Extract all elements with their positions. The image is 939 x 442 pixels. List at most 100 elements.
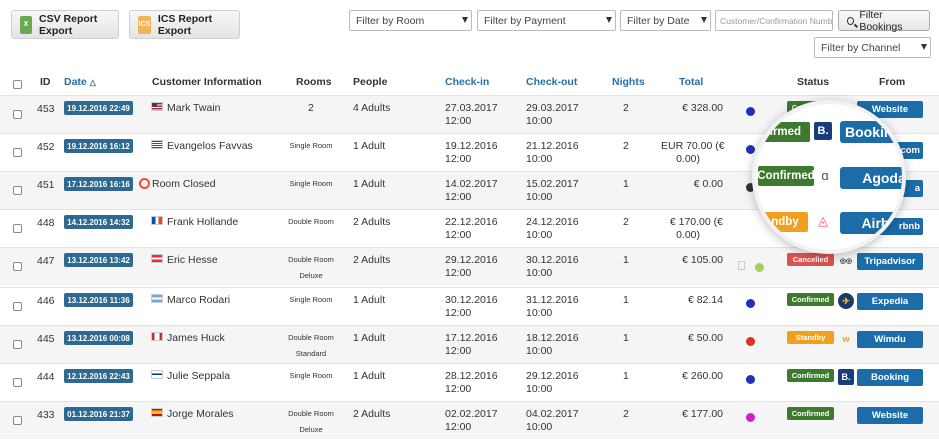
customer-name[interactable]: Room Closed xyxy=(152,178,216,191)
booking-id: 448 xyxy=(37,217,55,229)
col-date[interactable]: Date △ xyxy=(64,76,96,90)
row-checkbox[interactable] xyxy=(13,378,22,387)
source-button-agoda[interactable]: Agoda xyxy=(840,167,902,189)
source-button-booking[interactable]: Booking xyxy=(840,121,902,143)
status-badge: Cancelled xyxy=(787,253,834,266)
col-nights[interactable]: Nights xyxy=(612,76,645,90)
checkin-date: 29.12.2016 xyxy=(445,254,498,266)
nights-count: 1 xyxy=(623,370,629,382)
booking-icon: B. xyxy=(814,122,832,140)
checkout-time: 10:00 xyxy=(526,421,553,433)
table-row[interactable]: 444 12.12.2016 22:43 Julie Seppala Single R… xyxy=(0,363,939,401)
col-status: Status xyxy=(797,76,830,88)
checkout-date: 29.12.2016 xyxy=(526,370,579,382)
date-badge: 13.12.2016 00:08 xyxy=(64,331,133,345)
checkin-time: 12:00 xyxy=(445,421,472,433)
customer-name[interactable]: Frank Hollande xyxy=(167,216,238,229)
source-button-airbnb[interactable]: Airbnb xyxy=(840,212,902,234)
search-input[interactable]: Customer/Confirmation Numb xyxy=(715,10,833,31)
source-button[interactable]: Tripadvisor xyxy=(857,253,923,270)
source-button[interactable]: Booking xyxy=(857,369,923,386)
magnified-row-booking: nfirmed B. Booking xyxy=(756,118,902,164)
checkout-time: 10:00 xyxy=(526,307,553,319)
filter-payment-value: Filter by Payment xyxy=(484,14,566,27)
source-button[interactable]: Expedia xyxy=(857,293,923,310)
table-row[interactable]: 446 13.12.2016 11:36 Marco Rodari Single Ro… xyxy=(0,287,939,325)
checkin-time: 12:00 xyxy=(445,345,472,357)
file-icon xyxy=(738,261,745,270)
row-checkbox[interactable] xyxy=(13,186,22,195)
people-count: 2 Adults xyxy=(353,254,391,266)
room-color-dot xyxy=(746,145,755,154)
checkin-date: 30.12.2016 xyxy=(445,294,498,306)
checkout-time: 10:00 xyxy=(526,267,553,279)
source-button[interactable]: Wimdu xyxy=(857,331,923,348)
row-checkbox[interactable] xyxy=(13,224,22,233)
status-badge: Confirmed xyxy=(787,407,834,420)
checkout-date: 29.03.2017 xyxy=(526,102,579,114)
row-checkbox[interactable] xyxy=(13,302,22,311)
room-type: Single Room xyxy=(289,141,333,150)
checkin-date: 28.12.2016 xyxy=(445,370,498,382)
customer-name[interactable]: Jorge Morales xyxy=(167,408,234,421)
nights-count: 2 xyxy=(623,408,629,420)
ics-file-icon: ICS xyxy=(138,15,151,34)
row-checkbox[interactable] xyxy=(13,110,22,119)
room-type: Single Room xyxy=(289,179,333,188)
room-color-dot xyxy=(746,413,755,422)
status-badge: Confirmed xyxy=(787,369,834,382)
magnified-row-airbnb: ndby ◬ Airbnb xyxy=(756,210,902,250)
row-checkbox[interactable] xyxy=(13,340,22,349)
table-row[interactable]: 447 13.12.2016 13:42 Eric Hesse Double Room… xyxy=(0,247,939,285)
sort-asc-icon: △ xyxy=(89,78,96,87)
booking-id: 433 xyxy=(37,409,55,421)
checkout-date: 31.12.2016 xyxy=(526,294,579,306)
customer-name[interactable]: Mark Twain xyxy=(167,102,221,115)
checkin-time: 12:00 xyxy=(445,383,472,395)
source-button[interactable]: Website xyxy=(857,407,923,424)
ics-export-button[interactable]: ICS ICS Report Export xyxy=(129,10,240,39)
nights-count: 1 xyxy=(623,332,629,344)
date-badge: 14.12.2016 14:32 xyxy=(64,215,133,229)
row-checkbox[interactable] xyxy=(13,416,22,425)
people-count: 1 Adult xyxy=(353,294,386,306)
row-checkbox[interactable] xyxy=(13,262,22,271)
col-total[interactable]: Total xyxy=(679,76,703,90)
checkout-date: 15.02.2017 xyxy=(526,178,579,190)
table-row[interactable]: 445 13.12.2016 00:08 James Huck Double Room… xyxy=(0,325,939,363)
filter-room-select[interactable]: Filter by Room xyxy=(349,10,472,31)
customer-name[interactable]: Julie Seppala xyxy=(167,370,230,383)
people-count: 2 Adults xyxy=(353,408,391,420)
col-checkin[interactable]: Check-in xyxy=(445,76,489,90)
checkin-time: 12:00 xyxy=(445,153,472,165)
people-count: 2 Adults xyxy=(353,216,391,228)
airbnb-icon: ◬ xyxy=(818,213,828,228)
filter-bookings-button[interactable]: Filter Bookings xyxy=(838,9,930,33)
customer-name[interactable]: Eric Hesse xyxy=(167,254,218,267)
people-count: 4 Adults xyxy=(353,102,391,114)
room-subtype: Standard xyxy=(295,349,327,358)
room-type: Double Room xyxy=(288,333,334,342)
csv-export-button[interactable]: X CSV Report Export xyxy=(11,10,119,39)
expedia-icon: ✈ xyxy=(838,293,854,309)
room-color-dot xyxy=(746,337,755,346)
date-badge: 13.12.2016 13:42 xyxy=(64,253,133,267)
customer-name[interactable]: James Huck xyxy=(167,332,225,345)
filter-payment-select[interactable]: Filter by Payment xyxy=(477,10,616,31)
customer-name[interactable]: Marco Rodari xyxy=(167,294,230,307)
filter-date-select[interactable]: Filter by Date xyxy=(620,10,711,31)
filter-channel-select[interactable]: Filter by Channel xyxy=(814,37,931,58)
people-count: 1 Adult xyxy=(353,370,386,382)
col-checkout[interactable]: Check-out xyxy=(526,76,577,90)
customer-name[interactable]: Evangelos Favvas xyxy=(167,140,253,153)
room-type: Double Room xyxy=(288,217,334,226)
select-all-checkbox[interactable] xyxy=(13,80,22,89)
row-checkbox[interactable] xyxy=(13,148,22,157)
room-color-dot xyxy=(755,263,764,272)
table-row[interactable]: 433 01.12.2016 21:37 Jorge Morales Double R… xyxy=(0,401,939,439)
checkin-time: 12:00 xyxy=(445,191,472,203)
people-count: 1 Adult xyxy=(353,178,386,190)
room-color-dot xyxy=(746,107,755,116)
room-type: Double Room xyxy=(288,409,334,418)
room-color-dot xyxy=(746,375,755,384)
